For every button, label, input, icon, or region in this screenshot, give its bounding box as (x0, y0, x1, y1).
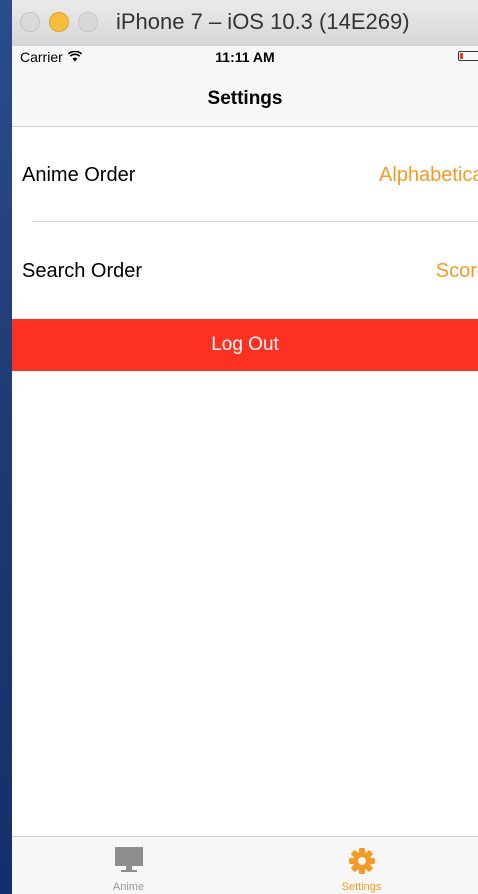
ios-screen: Carrier 11:11 AM Settings Anime Order Al… (12, 46, 478, 894)
page-title: Settings (207, 88, 283, 109)
search-order-row[interactable]: Search Order Score (12, 222, 478, 319)
monitor-icon (114, 847, 144, 878)
tab-anime[interactable]: Anime (12, 837, 245, 894)
navigation-bar: Settings (12, 66, 478, 127)
window-zoom-button[interactable] (78, 12, 98, 32)
search-order-value: Score (435, 260, 478, 282)
tab-anime-label: Anime (112, 881, 145, 893)
log-out-button[interactable]: Log Out (12, 319, 478, 371)
tab-bar: Anime Settings (12, 836, 478, 894)
simulator-window: iPhone 7 – iOS 10.3 (14E269) Carrier 11:… (12, 0, 478, 894)
window-titlebar[interactable]: iPhone 7 – iOS 10.3 (14E269) (12, 0, 478, 47)
search-order-label: Search Order (22, 260, 143, 282)
window-close-button[interactable] (20, 12, 40, 32)
window-title: iPhone 7 – iOS 10.3 (14E269) (116, 9, 410, 34)
window-minimize-button[interactable] (49, 12, 69, 32)
anime-order-value: Alphabetical (379, 164, 478, 186)
desktop-background (0, 0, 12, 894)
anime-order-row[interactable]: Anime Order Alphabetical (12, 127, 478, 221)
tab-settings-label: Settings (341, 881, 382, 893)
gear-icon (348, 847, 376, 880)
status-bar: Carrier 11:11 AM (12, 46, 478, 66)
tab-settings[interactable]: Settings (245, 837, 478, 894)
battery-icon (458, 51, 478, 61)
anime-order-label: Anime Order (22, 164, 136, 186)
status-time: 11:11 AM (215, 49, 275, 65)
